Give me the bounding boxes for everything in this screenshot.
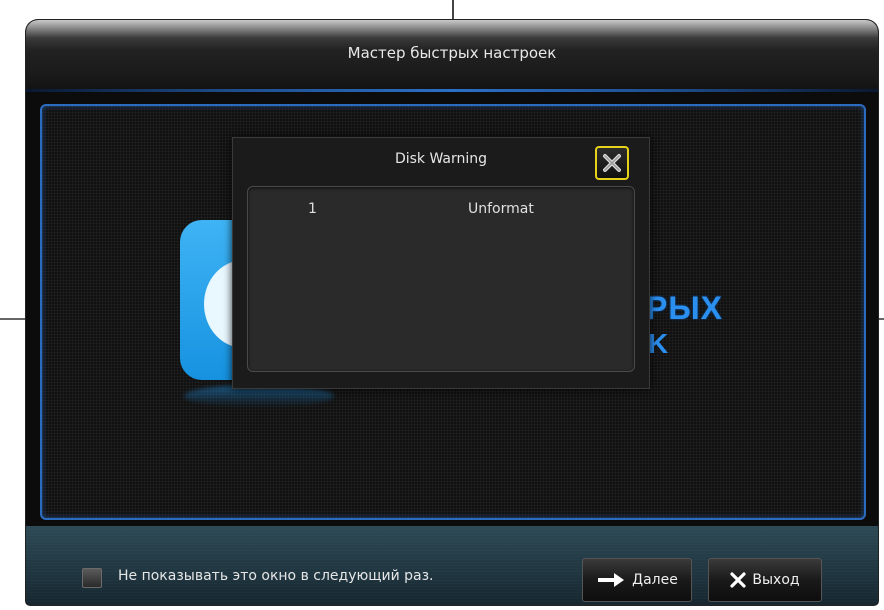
screen: Мастер быстрых настроек PЫХ K Не показыв… — [0, 0, 884, 610]
dont-show-again-checkbox[interactable] — [82, 568, 102, 588]
dont-show-again-label: Не показывать это окно в следующий раз. — [118, 568, 434, 584]
wizard-heading-fragment-2: K — [648, 328, 669, 359]
wizard-footer: Не показывать это окно в следующий раз. … — [26, 526, 878, 605]
disk-list: 1 Unformat — [247, 186, 635, 372]
window-title: Мастер быстрых настроек — [347, 44, 557, 62]
next-button-label: Далее — [632, 572, 678, 588]
disk-number: 1 — [308, 201, 317, 217]
exit-button-label: Выход — [752, 572, 800, 588]
disk-warning-dialog: Disk Warning 1 Unformat — [232, 137, 650, 389]
close-icon — [602, 153, 622, 173]
wizard-heading-fragment: PЫХ — [646, 290, 724, 326]
title-bar: Мастер быстрых настроек — [26, 20, 878, 92]
close-icon — [730, 572, 746, 588]
next-button[interactable]: Далее — [582, 558, 692, 602]
dialog-title: Disk Warning — [394, 151, 488, 167]
background-divider — [452, 0, 454, 20]
arrow-right-icon — [596, 571, 626, 589]
dialog-close-button[interactable] — [595, 146, 629, 180]
list-item[interactable]: 1 Unformat — [248, 201, 634, 221]
disk-status: Unformat — [468, 201, 534, 217]
exit-button[interactable]: Выход — [708, 558, 822, 602]
